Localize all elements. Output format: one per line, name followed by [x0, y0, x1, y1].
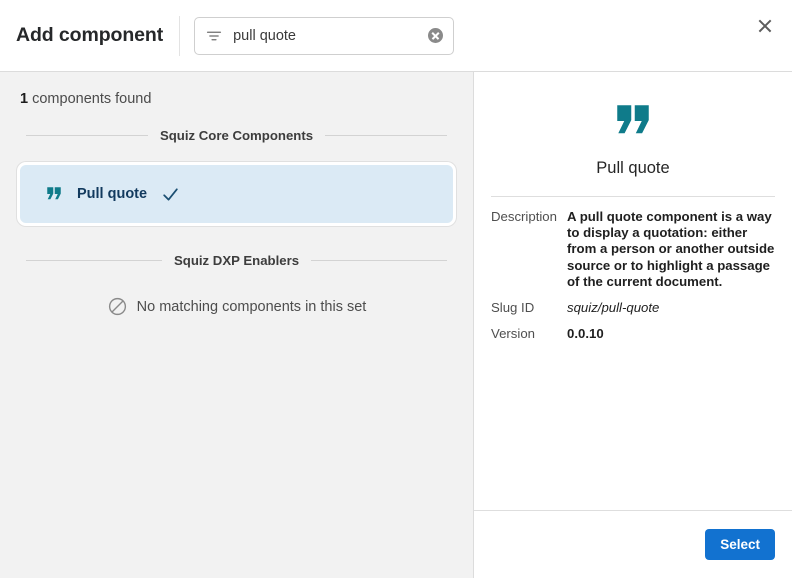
meta-value-slug-id: squiz/pull-quote [567, 300, 660, 316]
filter-icon [207, 31, 222, 40]
section-rule-left [26, 135, 148, 136]
clear-search-icon[interactable] [428, 28, 444, 43]
header-divider [179, 15, 181, 56]
table-row: Slug ID squiz/pull-quote [491, 300, 775, 326]
check-icon [163, 187, 178, 201]
search-input[interactable] [233, 27, 423, 44]
quote-icon [617, 105, 649, 134]
table-row: Description A pull quote component is a … [491, 209, 775, 300]
dialog-body: 1 components found Squiz Core Components… [0, 72, 792, 578]
empty-state-dxp: No matching components in this set [0, 296, 473, 317]
detail-metadata-table: Description A pull quote component is a … [491, 209, 775, 352]
component-list-panel: 1 components found Squiz Core Components… [0, 72, 474, 578]
no-entry-icon [108, 297, 126, 316]
meta-key-version: Version [491, 326, 535, 342]
component-card-pull-quote[interactable]: Pull quote [20, 165, 453, 223]
quote-icon [47, 187, 61, 200]
detail-title: Pull quote [596, 159, 670, 177]
meta-key-slug-id: Slug ID [491, 300, 535, 316]
add-component-dialog: Add component 1 components found [0, 0, 792, 578]
section-rule-right [311, 260, 448, 261]
section-label: Squiz DXP Enablers [173, 253, 300, 268]
meta-value-version: 0.0.10 [567, 326, 604, 342]
detail-content: Pull quote Description A pull quote comp… [474, 72, 792, 510]
section-header-dxp: Squiz DXP Enablers [26, 253, 448, 268]
section-label: Squiz Core Components [159, 128, 314, 143]
results-count-number: 1 [20, 91, 29, 107]
component-detail-panel: Pull quote Description A pull quote comp… [474, 72, 792, 578]
results-count-label: components found [28, 91, 152, 107]
core-components-list: Pull quote [0, 165, 473, 223]
section-rule-left [26, 260, 162, 261]
dialog-footer: Select [474, 510, 792, 578]
component-card-label: Pull quote [77, 186, 148, 202]
empty-state-text: No matching components in this set [136, 298, 367, 315]
table-row: Version 0.0.10 [491, 326, 775, 352]
meta-value-description: A pull quote component is a way to displ… [567, 209, 775, 289]
detail-divider [491, 196, 775, 197]
search-field-wrapper[interactable] [194, 16, 455, 55]
select-button[interactable]: Select [705, 529, 775, 560]
results-count: 1 components found [0, 72, 473, 107]
detail-icon-wrapper [491, 72, 775, 142]
meta-key-description: Description [491, 209, 557, 224]
section-rule-right [325, 135, 447, 136]
section-header-core: Squiz Core Components [26, 128, 447, 143]
page-title: Add component [16, 24, 164, 46]
dialog-header: Add component [0, 0, 792, 72]
close-icon[interactable] [748, 9, 782, 43]
